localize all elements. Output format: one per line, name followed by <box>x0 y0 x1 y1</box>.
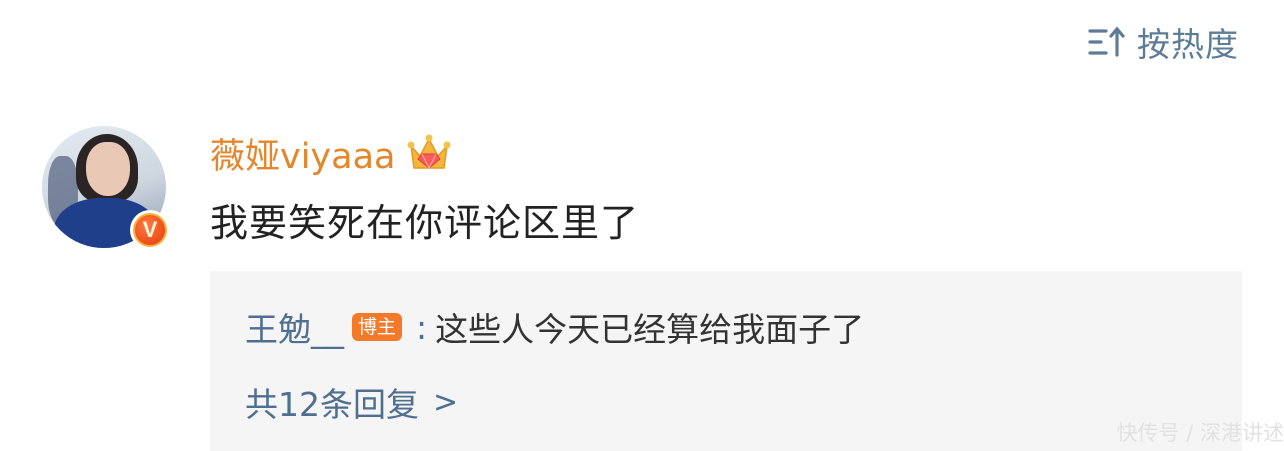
chevron-right-icon: > <box>433 384 459 420</box>
author-badge: 博主 <box>352 313 403 341</box>
reply-colon: : <box>416 307 428 347</box>
comment-text: 我要笑死在你评论区里了 <box>210 201 640 245</box>
reply-line: 王勉__ 博主 : 这些人今天已经算给我面子了 <box>245 301 864 353</box>
reply-text: 这些人今天已经算给我面子了 <box>435 310 865 349</box>
sort-label: 按热度 <box>1137 25 1239 64</box>
watermark: 快传号 / 深港讲述 <box>1116 421 1284 445</box>
reply-username[interactable]: 王勉__ <box>245 303 344 351</box>
view-more-replies-link[interactable]: 共12条回复 > <box>245 377 458 427</box>
crown-icon <box>407 134 450 170</box>
comment-username[interactable]: 薇娅viyaaa <box>210 130 452 177</box>
more-replies-label: 共12条回复 <box>245 385 419 424</box>
reply-preview[interactable]: 王勉__ 博主 : 这些人今天已经算给我面子了 共12条回复 > <box>210 271 1242 451</box>
sort-icon <box>1088 26 1125 57</box>
avatar[interactable]: V <box>42 126 170 250</box>
verified-badge-icon: V <box>130 210 170 250</box>
sort-by-hot-button[interactable]: 按热度 <box>1087 20 1239 64</box>
username-text: 薇娅viyaaa <box>210 136 396 177</box>
